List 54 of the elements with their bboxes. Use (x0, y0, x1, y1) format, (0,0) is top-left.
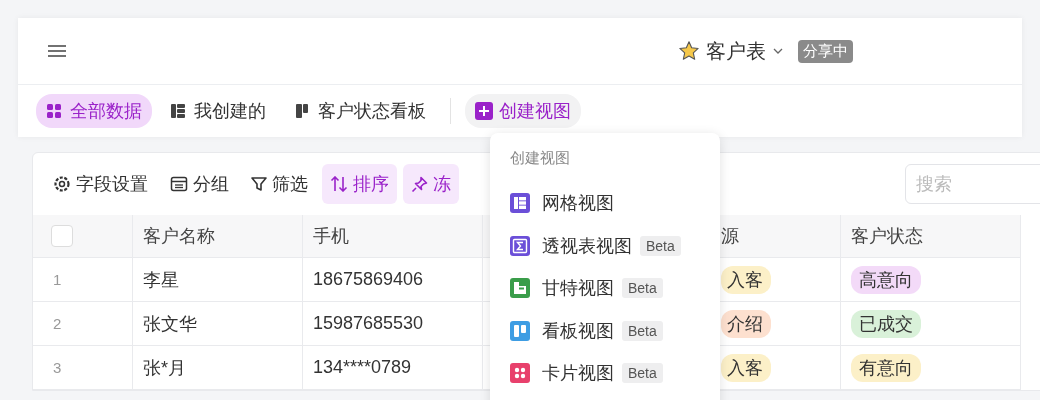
menu-item[interactable]: 透视表视图 (542, 233, 632, 258)
pin-icon (411, 175, 428, 193)
select-all-checkbox[interactable] (51, 225, 73, 247)
table-cell-text: 李星 (143, 268, 179, 292)
filter-icon (251, 176, 267, 192)
table-title: 客户表 (706, 38, 766, 64)
status-tag: 已成交 (851, 309, 921, 338)
toolbar-button[interactable]: 筛选 (243, 164, 316, 204)
kanban-icon (294, 103, 310, 119)
row-number: 1 (53, 271, 62, 288)
status-tag: 高意向 (851, 265, 921, 294)
menu-item[interactable]: 甘特视图 (542, 276, 614, 301)
beta-badge: Beta (640, 235, 681, 256)
row-number: 2 (53, 315, 62, 332)
source-tag: 入客 (721, 265, 771, 294)
menu-title: 创建视图 (510, 149, 571, 168)
caret-icon[interactable] (772, 47, 784, 55)
beta-badge: Beta (622, 278, 663, 299)
table-cell: 15987685530 (313, 313, 424, 334)
table-cell: 18675869406 (313, 269, 424, 290)
column-header: 源 (721, 225, 739, 248)
settings-icon (53, 175, 71, 193)
toolbar-button[interactable]: 字段设置 (45, 164, 156, 204)
table-cell-text: 张文华 (143, 312, 197, 336)
menu-item[interactable]: 卡片视图 (542, 361, 614, 386)
list-icon (170, 103, 186, 119)
menu-item[interactable]: 网格视图 (542, 191, 614, 216)
plus-icon (475, 102, 493, 120)
beta-badge: Beta (622, 363, 663, 384)
column-header: 手机 (313, 225, 349, 248)
create-view-button[interactable]: 创建视图 (465, 94, 581, 128)
star-icon[interactable] (678, 40, 700, 62)
beta-badge: Beta (622, 320, 663, 341)
view-tab[interactable]: 我创建的 (160, 94, 276, 128)
table-cell-text: 张*月 (143, 356, 186, 380)
search-field[interactable]: 搜索 (905, 164, 1040, 204)
toolbar-button[interactable]: 分组 (162, 164, 237, 204)
source-tag: 入客 (721, 353, 771, 382)
group-icon (170, 175, 188, 193)
toolbar-button[interactable]: 冻 (403, 164, 459, 204)
sort-icon (330, 176, 348, 192)
status-tag: 有意向 (851, 353, 921, 382)
column-header: 客户名称 (143, 225, 215, 248)
table-cell: 134****0789 (313, 357, 412, 378)
column-header: 客户状态 (851, 225, 923, 248)
menu-item[interactable]: 看板视图 (542, 318, 614, 343)
source-tag: 介绍 (721, 309, 771, 338)
menu-icon[interactable] (48, 44, 66, 58)
view-tab[interactable]: 全部数据 (36, 94, 152, 128)
row-number: 3 (53, 359, 62, 376)
grid-icon (46, 103, 62, 119)
toolbar-button[interactable]: 排序 (322, 164, 397, 204)
view-tab[interactable]: 客户状态看板 (284, 94, 436, 128)
sharing-badge: 分享中 (798, 39, 853, 63)
